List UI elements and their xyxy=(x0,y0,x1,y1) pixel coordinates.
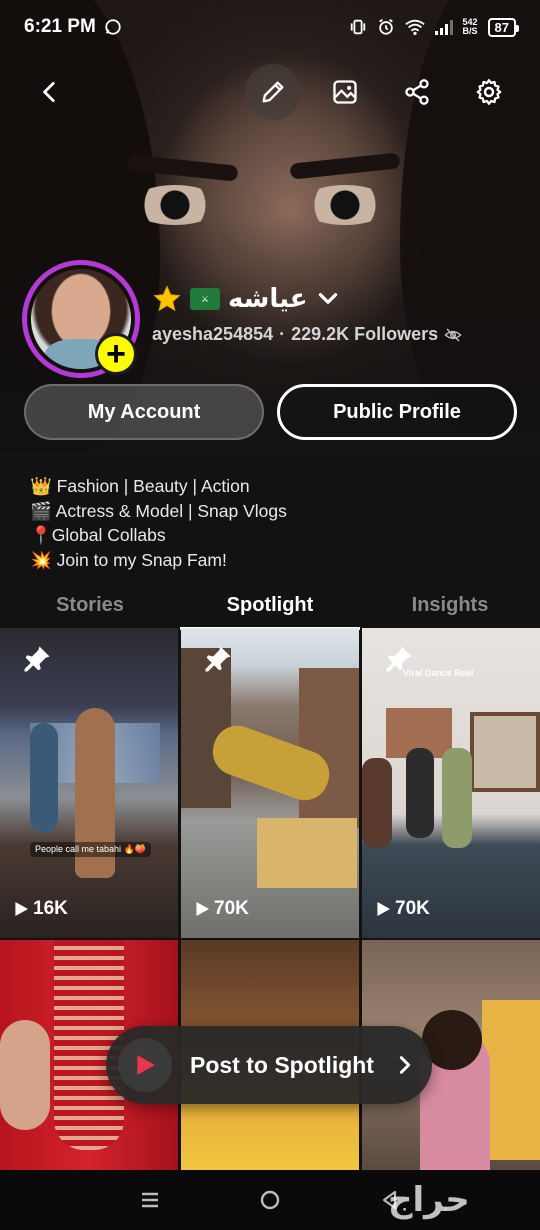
home-icon[interactable] xyxy=(258,1188,282,1212)
my-account-button[interactable]: My Account xyxy=(24,384,264,440)
play-icon xyxy=(15,902,28,916)
bio-line: 📍Global Collabs xyxy=(30,525,166,545)
eye-off-icon xyxy=(444,327,462,342)
cta-label: Post to Spotlight xyxy=(190,1051,374,1078)
spotlight-tile[interactable]: Viral Dance Reel 70K xyxy=(362,628,540,938)
share-button[interactable] xyxy=(389,64,445,120)
alarm-icon xyxy=(378,19,393,35)
pencil-icon xyxy=(262,81,284,103)
separator: · xyxy=(279,324,286,344)
tab-insights[interactable]: Insights xyxy=(360,594,540,628)
signal-icon xyxy=(434,19,453,35)
view-count: 70K xyxy=(195,898,249,920)
battery-indicator: 87 xyxy=(487,17,520,37)
spotlight-tile[interactable]: People call me tabahi 🔥🍑 16K xyxy=(0,628,178,938)
recent-apps-icon[interactable] xyxy=(138,1188,162,1212)
change-background-button[interactable] xyxy=(317,64,373,120)
share-icon xyxy=(405,79,429,105)
watermark-logo: حراج xyxy=(388,1180,470,1220)
view-count: 70K xyxy=(376,898,430,920)
profile-subline: ayesha254854 · 229.2K Followers xyxy=(152,324,462,345)
star-icon xyxy=(153,285,181,312)
profile-tabs: Stories Spotlight Insights xyxy=(0,594,540,630)
spotlight-play-icon xyxy=(118,1038,172,1092)
bio-line: 🎬 Actress & Model | Snap Vlogs xyxy=(30,500,287,521)
chevron-left-icon xyxy=(43,81,55,103)
pin-icon xyxy=(203,644,233,679)
saudi-flag-icon: ⚔ xyxy=(190,288,220,310)
edit-profile-button[interactable] xyxy=(245,64,301,120)
wifi-icon xyxy=(404,19,425,35)
tile-caption: People call me tabahi 🔥🍑 xyxy=(30,842,151,857)
play-icon xyxy=(377,902,390,916)
display-name-row[interactable]: ⚔ عياشه xyxy=(152,284,341,314)
username: ayesha254854 xyxy=(152,324,274,344)
public-profile-button[interactable]: Public Profile xyxy=(277,384,517,440)
spotlight-tile[interactable]: 70K xyxy=(181,628,359,938)
pin-icon xyxy=(22,644,52,679)
network-speed: 542 B/S xyxy=(462,17,478,36)
play-icon xyxy=(196,902,209,916)
view-count: 16K xyxy=(14,898,68,920)
bio-line: 💥 Join to my Snap Fam! xyxy=(30,549,227,570)
vibrate-icon xyxy=(350,19,365,35)
tab-stories[interactable]: Stories xyxy=(0,594,180,628)
image-icon xyxy=(333,80,357,104)
gear-icon xyxy=(476,79,502,105)
settings-button[interactable] xyxy=(461,64,517,120)
tile-caption: Viral Dance Reel xyxy=(403,668,474,678)
back-button[interactable] xyxy=(22,64,78,120)
display-name: عياشه xyxy=(228,284,308,314)
tab-spotlight[interactable]: Spotlight xyxy=(180,594,360,630)
bio-line: 👑 Fashion | Beauty | Action xyxy=(30,476,250,496)
bio: 👑 Fashion | Beauty | Action 🎬 Actress & … xyxy=(30,474,287,572)
chevron-down-icon[interactable] xyxy=(315,286,341,312)
status-bar: 6:21 PM 542 B/S 87 xyxy=(0,0,540,54)
post-to-spotlight-button[interactable]: Post to Spotlight xyxy=(106,1026,432,1104)
whatsapp-icon xyxy=(105,19,121,35)
followers-count[interactable]: 229.2K Followers xyxy=(291,324,438,345)
add-story-button[interactable]: + xyxy=(95,333,137,375)
status-time: 6:21 PM xyxy=(24,16,122,38)
chevron-right-icon xyxy=(399,1056,411,1074)
